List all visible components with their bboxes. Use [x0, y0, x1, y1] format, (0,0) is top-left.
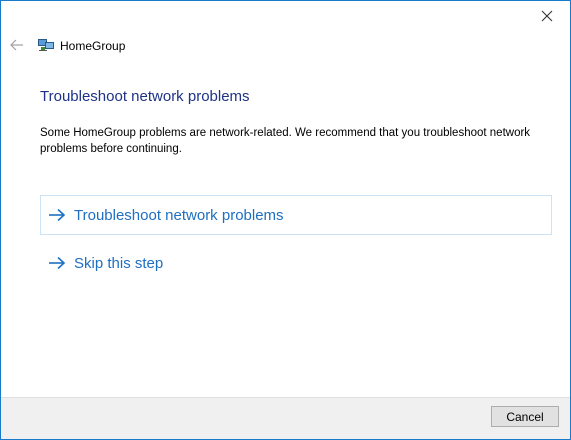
back-arrow-icon — [10, 39, 23, 51]
close-button[interactable] — [524, 1, 570, 31]
troubleshoot-network-label: Troubleshoot network problems — [74, 206, 284, 224]
page-title: Troubleshoot network problems — [40, 88, 250, 105]
dialog-footer: Cancel — [1, 397, 570, 439]
troubleshoot-network-option[interactable]: Troubleshoot network problems — [40, 195, 552, 235]
back-button[interactable] — [7, 35, 27, 55]
close-icon — [541, 10, 553, 22]
homegroup-icon — [38, 38, 54, 52]
arrow-right-icon — [48, 208, 66, 222]
homegroup-dialog: HomeGroup Troubleshoot network problems … — [0, 0, 571, 440]
cancel-button[interactable]: Cancel — [491, 406, 559, 427]
skip-step-option[interactable]: Skip this step — [40, 243, 240, 283]
arrow-right-icon — [48, 256, 66, 270]
skip-step-label: Skip this step — [74, 254, 164, 272]
window-title: HomeGroup — [60, 39, 126, 53]
description-text: Some HomeGroup problems are network-rela… — [40, 127, 531, 155]
